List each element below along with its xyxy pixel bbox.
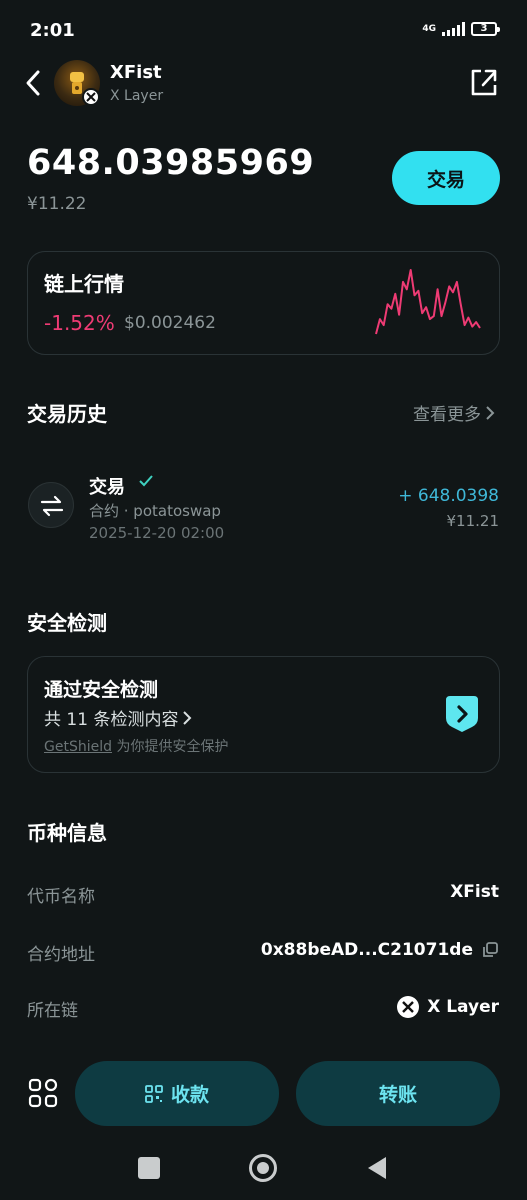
status-time: 2:01 [30,20,75,41]
token-name-value: XFist [450,882,499,902]
provider-link[interactable]: GetShield [44,739,112,755]
chain-value: X Layer [427,997,499,1017]
contract-address-value: 0x88beAD...C21071de [260,940,473,960]
recents-button[interactable] [138,1157,160,1179]
market-title: 链上行情 [44,272,124,296]
home-button[interactable] [249,1154,277,1182]
price-sparkline [375,269,481,335]
token-name-label: 代币名称 [27,887,95,907]
share-button[interactable] [469,66,497,98]
signal-icon [442,22,465,36]
contract-address-label: 合约地址 [27,945,95,965]
chevron-right-icon [183,710,192,725]
token-name: XFist [110,62,162,83]
battery-icon: 3 [471,22,500,36]
chain-label: 所在链 [27,1001,78,1021]
battery-level: 3 [480,23,488,34]
shield-icon [446,696,478,732]
receive-button[interactable]: 收款 [75,1061,279,1126]
security-card-title: 通过安全检测 [44,679,159,701]
security-provider-note: GetShield 为你提供安全保护 [44,736,228,756]
network-label: 4G [422,23,436,34]
receive-label: 收款 [170,1084,209,1106]
trade-button[interactable]: 交易 [392,151,500,205]
external-link-icon [471,69,497,96]
view-more-link[interactable]: 查看更多 [413,400,495,425]
copy-icon[interactable] [481,941,499,959]
security-title: 安全检测 [27,611,107,635]
apps-grid-icon[interactable] [28,1078,58,1108]
security-count: 共 11 条检测内容 [44,710,179,730]
security-count-link[interactable]: 共 11 条检测内容 [44,705,192,730]
x-layer-icon [397,996,420,1018]
history-title: 交易历史 [27,402,107,426]
view-more-label: 查看更多 [413,405,481,425]
tx-contract: 合约 · potatoswap [89,502,221,520]
tx-title[interactable]: 交易 [89,473,125,499]
chevron-left-icon [26,70,40,96]
check-icon [139,475,153,487]
token-balance: 648.03985969 [27,143,315,183]
send-label: 转账 [378,1084,417,1106]
nav-back-icon[interactable] [366,1155,388,1181]
fiat-balance: ¥11.22 [27,194,87,214]
price-change: -1.52% [44,311,115,335]
token-price: $0.002462 [124,313,216,333]
send-button[interactable]: 转账 [296,1061,500,1126]
chevron-right-icon [486,405,495,420]
coin-info-title: 币种信息 [27,821,107,845]
qr-code-icon [145,1084,163,1103]
provider-suffix: 为你提供安全保护 [112,739,229,755]
swap-icon-wrap [28,482,74,528]
sparkline-series [375,269,481,335]
swap-icon [40,495,64,517]
tx-date: 2025-12-20 02:00 [89,524,225,542]
chain-value-row: X Layer [397,996,499,1018]
token-chain: X Layer [110,88,164,104]
back-button[interactable] [22,68,46,98]
contract-address-row[interactable]: 0x88beAD...C21071de [261,940,499,960]
tx-amount: + 648.0398 [398,486,499,506]
tx-fiat: ¥11.21 [446,512,500,530]
chain-badge-icon [82,88,100,106]
status-indicators: 4G 3 [422,22,500,36]
